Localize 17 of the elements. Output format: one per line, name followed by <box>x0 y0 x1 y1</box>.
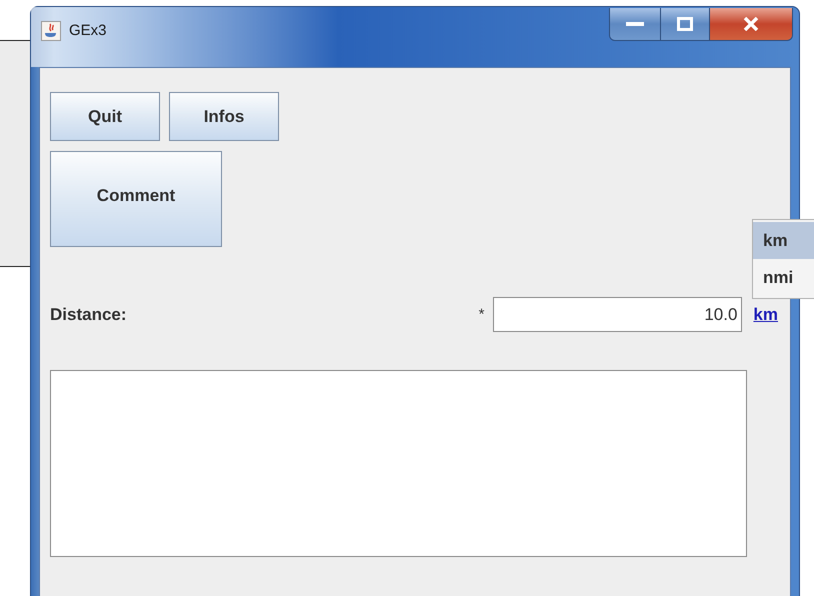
menu-item[interactable]: km <box>753 222 814 259</box>
window-button[interactable]: Comment <box>50 151 222 247</box>
close-icon <box>743 17 759 31</box>
menu-item[interactable]: nmi <box>753 259 814 296</box>
minimize-icon <box>626 21 644 27</box>
unit-link[interactable]: km <box>753 304 778 324</box>
window-button[interactable]: Quit <box>50 92 160 141</box>
required-mark: * <box>478 306 484 323</box>
distance-label: Distance: <box>50 304 127 324</box>
minimize-button[interactable] <box>610 8 660 40</box>
window-title: GEx3 <box>69 22 107 39</box>
maximize-button[interactable] <box>660 8 709 40</box>
cup-icon <box>41 21 61 41</box>
close-button[interactable] <box>709 8 792 40</box>
distance-field[interactable]: 10.0 <box>493 297 742 332</box>
window-button[interactable]: Infos <box>169 92 279 141</box>
maximize-icon <box>677 17 693 31</box>
